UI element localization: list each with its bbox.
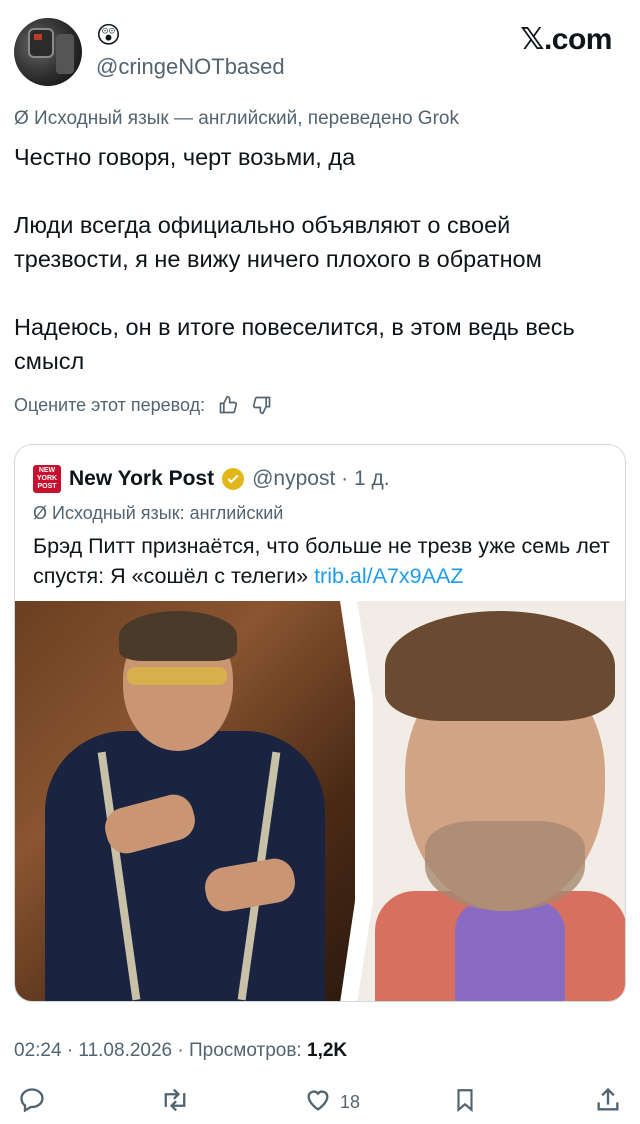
translation-note: Ø Исходный язык — английский, переведено… bbox=[14, 108, 459, 129]
tweet-header: 😲 @cringeNOTbased 𝕏.com bbox=[0, 0, 640, 100]
verified-badge-icon bbox=[222, 468, 245, 490]
tweet-timestamp: 02:24 · 11.08.2026 · Просмотров: 1,2K bbox=[14, 1040, 348, 1061]
quote-header: NEW YORK POST New York Post @nypost · 1 д. bbox=[33, 465, 390, 493]
display-name-emoji[interactable]: 😲 bbox=[96, 22, 121, 50]
rate-label: Оцените этот перевод: bbox=[14, 394, 206, 415]
quote-link[interactable]: trib.al/A7x9AAZ bbox=[314, 564, 463, 588]
reply-button[interactable] bbox=[18, 1086, 46, 1118]
user-handle[interactable]: @cringeNOTbased bbox=[96, 54, 285, 80]
thumbs-down-icon[interactable] bbox=[251, 394, 273, 416]
retweet-button[interactable] bbox=[160, 1086, 190, 1118]
rate-translation: Оцените этот перевод: bbox=[14, 394, 273, 416]
action-bar: 18 bbox=[0, 1082, 640, 1122]
avatar[interactable] bbox=[14, 18, 82, 86]
tweet-line: Люди всегда официально объявляют о своей… bbox=[14, 212, 542, 272]
thumbs-up-icon[interactable] bbox=[217, 394, 239, 416]
share-icon bbox=[594, 1086, 622, 1119]
heart-icon bbox=[304, 1086, 332, 1119]
quote-handle-time: @nypost · 1 д. bbox=[252, 467, 390, 490]
quote-media[interactable] bbox=[15, 601, 625, 1001]
bookmark-icon bbox=[452, 1086, 478, 1119]
share-button[interactable] bbox=[594, 1086, 622, 1118]
tweet-line: Надеюсь, он в итоге повеселится, в этом … bbox=[14, 314, 575, 374]
like-button[interactable]: 18 bbox=[304, 1086, 360, 1118]
x-logo: 𝕏.com bbox=[520, 23, 612, 56]
quote-text: Брэд Питт признаётся, что больше не трез… bbox=[33, 534, 610, 588]
quote-author-name[interactable]: New York Post bbox=[69, 467, 214, 491]
nypost-logo[interactable]: NEW YORK POST bbox=[33, 465, 61, 493]
reply-icon bbox=[18, 1086, 46, 1119]
quote-language-note: Ø Исходный язык: английский bbox=[33, 503, 284, 523]
views-count: 1,2K bbox=[307, 1040, 348, 1061]
quoted-tweet[interactable]: NEW YORK POST New York Post @nypost · 1 д.… bbox=[14, 444, 626, 1002]
bookmark-button[interactable] bbox=[452, 1086, 478, 1118]
photo-left[interactable] bbox=[15, 601, 355, 1001]
retweet-icon bbox=[160, 1086, 190, 1119]
like-count: 18 bbox=[340, 1091, 361, 1112]
photo-right[interactable] bbox=[357, 601, 625, 1001]
tweet-text: Честно говоря, черт возьми, да Люди всег… bbox=[14, 140, 624, 378]
tweet-line: Честно говоря, черт возьми, да bbox=[14, 144, 356, 170]
